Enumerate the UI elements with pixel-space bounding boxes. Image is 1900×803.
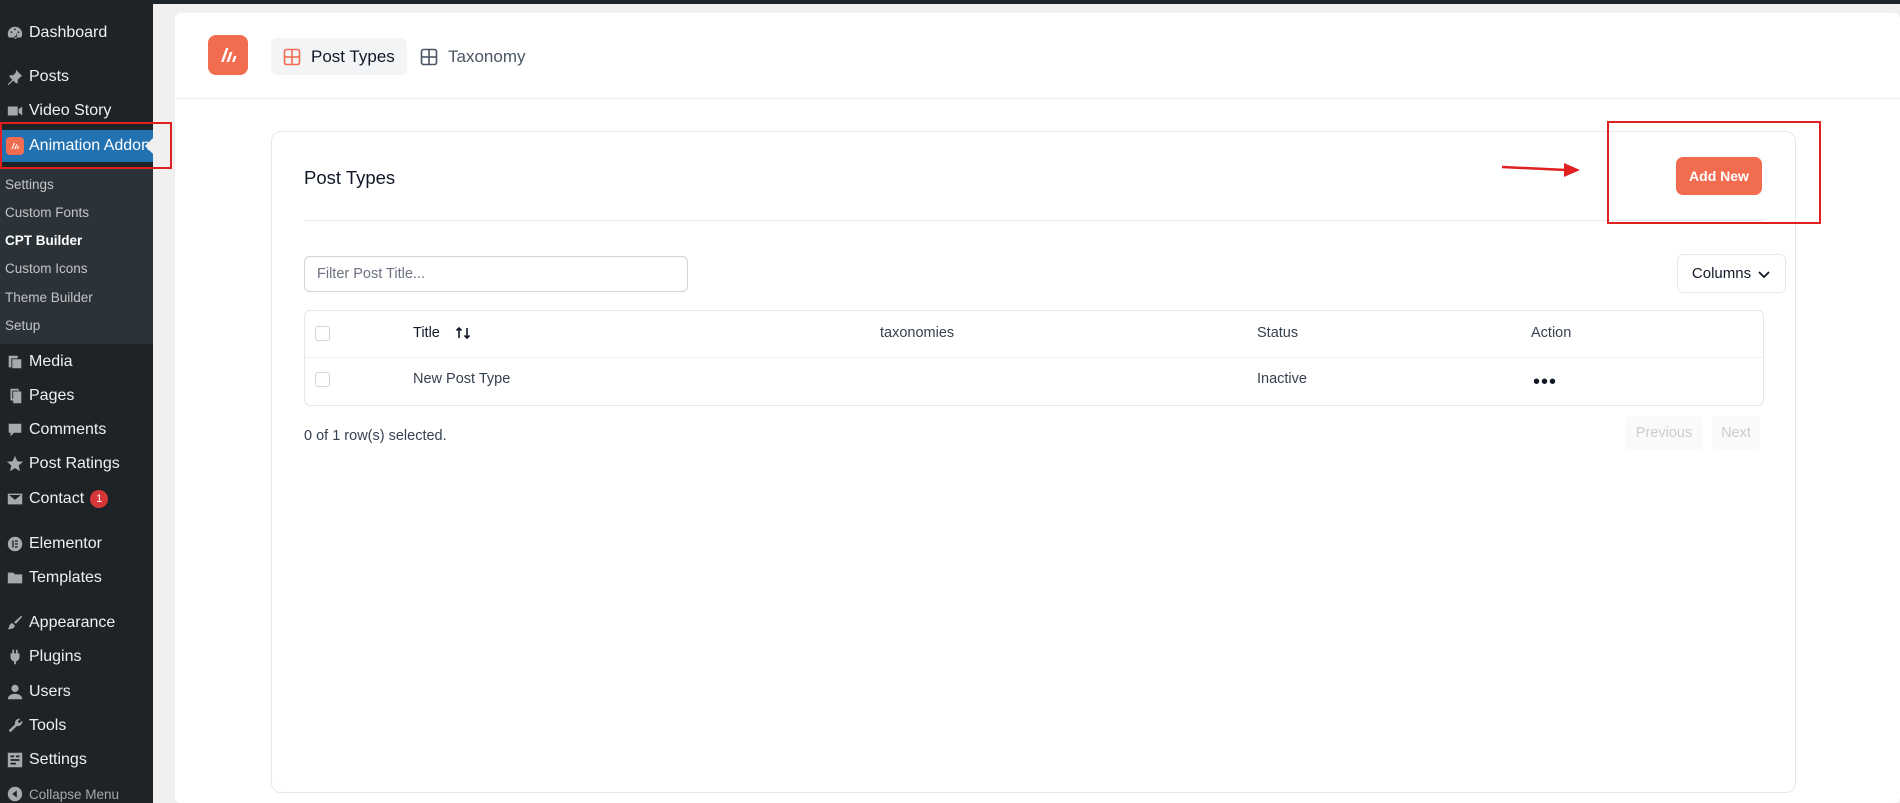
row-actions-menu-button[interactable]: ••• [1533, 372, 1557, 392]
notification-badge: 1 [90, 490, 109, 508]
elementor-icon [0, 535, 29, 553]
tab-post-types[interactable]: Post Types [271, 38, 407, 75]
submenu-item-setup[interactable]: Setup [5, 318, 40, 333]
plug-icon [0, 648, 29, 666]
sidebar-item-label: Video Story [29, 102, 112, 119]
previous-page-button[interactable]: Previous [1625, 416, 1703, 450]
media-icon [0, 353, 29, 371]
submenu-item-cpt-builder[interactable]: CPT Builder [5, 233, 82, 248]
video-icon [0, 102, 29, 120]
user-icon [0, 683, 29, 701]
sidebar-item-label: Tools [29, 717, 67, 734]
pages-icon [0, 387, 29, 405]
collapse-icon [0, 785, 29, 803]
sidebar-item-label: Elementor [29, 535, 102, 552]
sidebar-item-label: Comments [29, 421, 107, 438]
sidebar-item-label: Users [29, 683, 71, 700]
sidebar-item-templates[interactable]: Templates [0, 562, 153, 594]
sidebar-item-label: Appearance [29, 614, 116, 631]
tab-label: Post Types [311, 46, 395, 66]
sidebar-item-elementor[interactable]: Elementor [0, 528, 153, 560]
row-status: Inactive [1257, 371, 1307, 387]
sidebar-item-posts[interactable]: Posts [0, 61, 153, 93]
grid-icon [420, 48, 438, 65]
dashboard-icon [0, 24, 29, 42]
sidebar-item-label: Posts [29, 68, 70, 85]
divider [304, 220, 1764, 221]
settings-icon [0, 751, 29, 769]
sidebar-item-post-ratings[interactable]: Post Ratings [0, 448, 153, 480]
admin-top-bar [0, 0, 1900, 4]
tab-label: Taxonomy [448, 46, 526, 66]
filter-post-title-input[interactable] [304, 256, 688, 292]
sidebar-item-pages[interactable]: Pages [0, 380, 153, 412]
chevron-down-icon [1758, 270, 1770, 278]
sidebar-item-media[interactable]: Media [0, 346, 153, 378]
sidebar-item-label: Post Ratings [29, 455, 120, 472]
submenu-item-custom-fonts[interactable]: Custom Fonts [5, 205, 89, 220]
sidebar-item-appearance[interactable]: Appearance [0, 607, 153, 639]
submenu-item-theme-builder[interactable]: Theme Builder [5, 290, 93, 305]
pin-icon [0, 68, 29, 86]
sort-icon[interactable] [455, 325, 471, 341]
sidebar-item-contact[interactable]: Contact 1 [0, 483, 153, 515]
column-header-taxonomies: taxonomies [880, 325, 955, 341]
highlight-box-sidebar [0, 122, 172, 169]
row-title[interactable]: New Post Type [413, 371, 510, 387]
comment-icon [0, 421, 29, 439]
sidebar-item-settings[interactable]: Settings [0, 744, 153, 776]
admin-sidebar: Dashboard Posts Video Story Animation Ad… [0, 0, 153, 803]
collapse-menu-button[interactable]: Collapse Menu [0, 778, 153, 803]
animation-addon-submenu: Settings Custom Fonts CPT Builder Custom… [0, 169, 153, 344]
row-divider [305, 357, 1763, 358]
rows-selected-text: 0 of 1 row(s) selected. [304, 428, 447, 444]
column-header-action: Action [1531, 325, 1572, 341]
sidebar-item-label: Plugins [29, 648, 82, 665]
post-types-card: Post Types Add New Columns Title taxonom… [271, 131, 1796, 793]
sidebar-item-label: Contact [29, 490, 85, 507]
annotation-arrow-icon [1501, 163, 1580, 177]
sidebar-item-label: Media [29, 353, 73, 370]
sidebar-item-plugins[interactable]: Plugins [0, 641, 153, 673]
next-page-button[interactable]: Next [1712, 416, 1760, 450]
plugin-header: Post Types Taxonomy [175, 13, 1900, 99]
row-checkbox[interactable] [315, 372, 330, 387]
star-icon [0, 455, 29, 473]
grid-icon [283, 48, 301, 65]
card-title: Post Types [304, 167, 396, 188]
sidebar-item-label: Settings [29, 751, 87, 768]
sidebar-item-users[interactable]: Users [0, 676, 153, 708]
sidebar-item-tools[interactable]: Tools [0, 710, 153, 742]
brush-icon [0, 614, 29, 632]
tab-taxonomy[interactable]: Taxonomy [408, 38, 537, 75]
sidebar-item-comments[interactable]: Comments [0, 414, 153, 446]
envelope-icon [0, 490, 29, 508]
sidebar-item-dashboard[interactable]: Dashboard [0, 17, 153, 49]
wrench-icon [0, 717, 29, 735]
columns-dropdown-button[interactable]: Columns [1677, 254, 1786, 293]
animation-addon-logo [208, 35, 248, 75]
select-all-checkbox[interactable] [315, 326, 330, 341]
sidebar-item-label: Templates [29, 569, 102, 586]
sidebar-item-label: Collapse Menu [29, 786, 120, 802]
column-header-status: Status [1257, 325, 1299, 341]
sidebar-item-label: Dashboard [29, 24, 108, 41]
submenu-item-settings[interactable]: Settings [5, 177, 54, 192]
folder-icon [0, 569, 29, 587]
sidebar-item-label: Pages [29, 387, 75, 404]
columns-label: Columns [1691, 265, 1752, 282]
column-header-title[interactable]: Title [413, 325, 440, 341]
post-types-table: Title taxonomies Status Action New Post … [304, 310, 1764, 406]
submenu-item-custom-icons[interactable]: Custom Icons [5, 261, 88, 276]
highlight-box-add-new [1607, 121, 1821, 224]
